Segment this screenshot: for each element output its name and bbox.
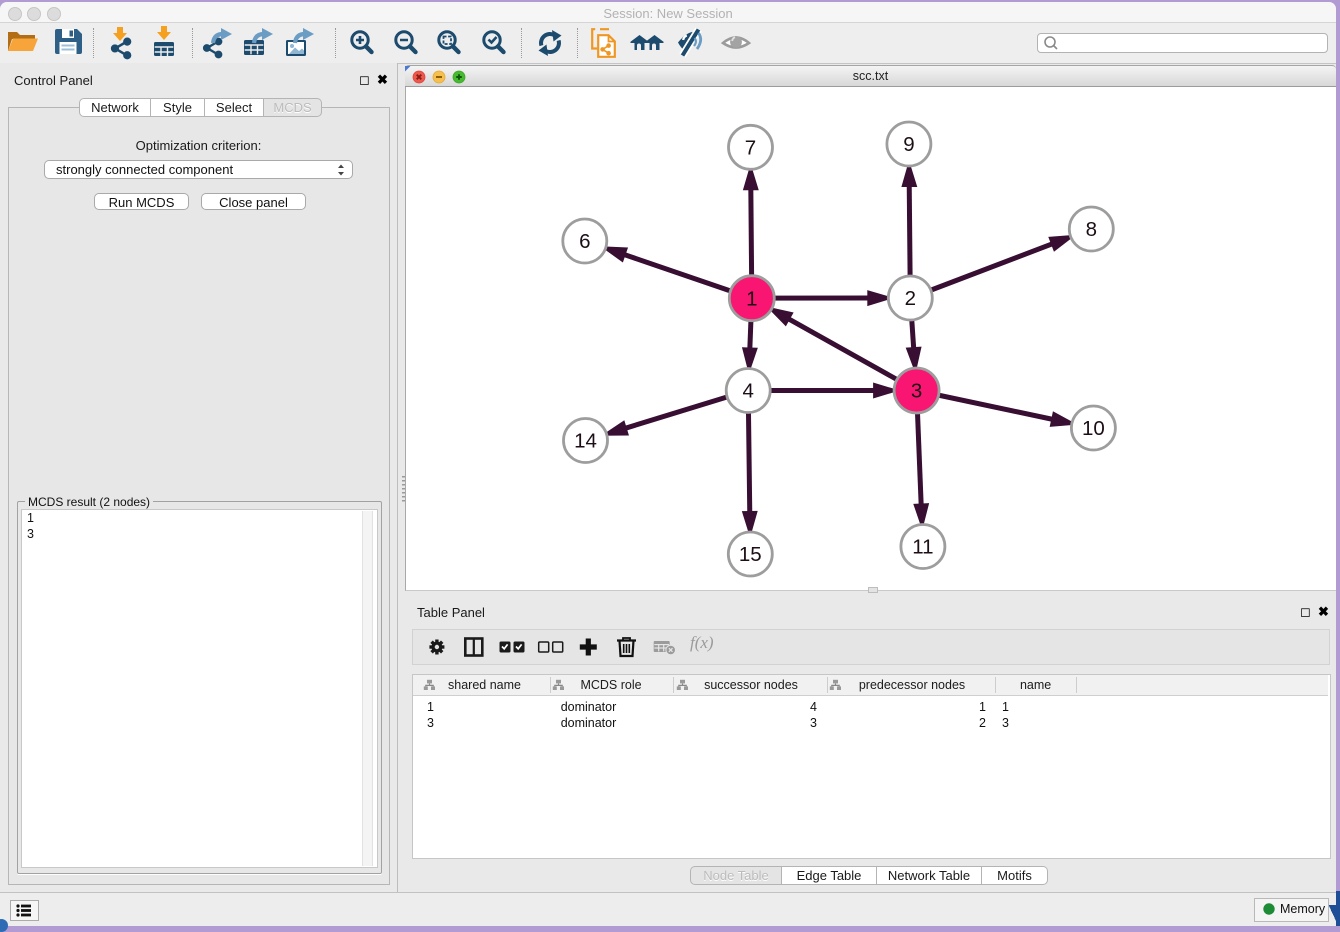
- svg-text:8: 8: [1086, 218, 1097, 241]
- svg-text:3: 3: [911, 380, 922, 403]
- svg-text:14: 14: [574, 430, 597, 453]
- svg-text:6: 6: [579, 230, 590, 253]
- svg-text:9: 9: [903, 133, 914, 156]
- svg-text:15: 15: [739, 543, 762, 566]
- svg-text:11: 11: [912, 536, 933, 559]
- svg-text:10: 10: [1082, 417, 1105, 440]
- svg-text:4: 4: [742, 380, 753, 403]
- svg-text:1: 1: [746, 287, 757, 310]
- svg-text:2: 2: [905, 287, 916, 310]
- svg-text:7: 7: [745, 137, 756, 160]
